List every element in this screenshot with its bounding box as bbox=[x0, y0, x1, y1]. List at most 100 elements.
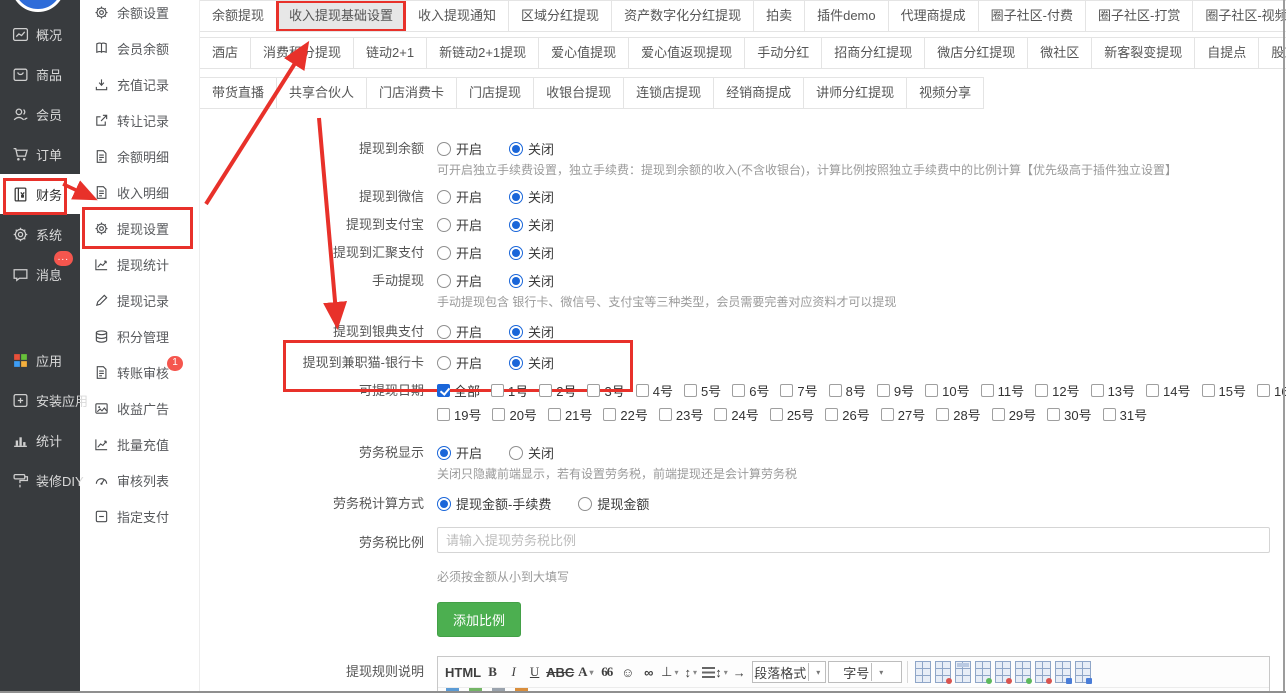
checkbox[interactable] bbox=[636, 384, 649, 397]
date-checkbox[interactable]: 6号 bbox=[732, 381, 769, 400]
tab[interactable]: 链动2+1 bbox=[354, 38, 427, 68]
date-checkbox[interactable]: 22号 bbox=[603, 405, 647, 424]
date-checkbox[interactable]: 30号 bbox=[1047, 405, 1091, 424]
html-source-icon[interactable]: HTML bbox=[445, 661, 481, 683]
date-checkbox[interactable]: 3号 bbox=[587, 381, 624, 400]
tab[interactable]: 圈子社区-打赏 bbox=[1086, 1, 1193, 31]
date-checkbox-all[interactable]: 全部 bbox=[437, 381, 480, 400]
emoticon-icon[interactable]: ☺ bbox=[618, 661, 637, 683]
primary-sidebar-item[interactable]: 财务 bbox=[0, 174, 80, 214]
date-checkbox[interactable]: 28号 bbox=[936, 405, 980, 424]
radio-on[interactable] bbox=[437, 274, 451, 288]
primary-sidebar-item[interactable]: 装修DIY bbox=[0, 460, 80, 500]
checkbox[interactable] bbox=[732, 384, 745, 397]
checkbox[interactable] bbox=[684, 384, 697, 397]
tab[interactable]: 连锁店提现 bbox=[624, 78, 714, 108]
tab[interactable]: 资产数字化分红提现 bbox=[612, 1, 754, 31]
date-checkbox[interactable]: 4号 bbox=[636, 381, 673, 400]
checkbox[interactable] bbox=[770, 408, 783, 421]
date-checkbox[interactable]: 15号 bbox=[1202, 381, 1246, 400]
tab[interactable]: 自提点 bbox=[1195, 38, 1259, 68]
tab[interactable]: 带货直播 bbox=[200, 78, 277, 108]
submenu-item[interactable]: 提现记录 bbox=[80, 282, 199, 318]
submenu-item[interactable]: 会员余额 bbox=[80, 30, 199, 66]
tab[interactable]: 视频分享 bbox=[907, 78, 984, 108]
paragraph-format-select[interactable]: 段落格式▾ bbox=[752, 661, 826, 683]
checkbox[interactable] bbox=[659, 408, 672, 421]
date-checkbox[interactable]: 10号 bbox=[925, 381, 969, 400]
radio-on[interactable] bbox=[437, 356, 451, 370]
submenu-item[interactable]: 批量充值 bbox=[80, 426, 199, 462]
tab[interactable]: 门店提现 bbox=[457, 78, 534, 108]
submenu-item[interactable]: 转账审核 1 bbox=[80, 354, 199, 390]
checkbox[interactable] bbox=[1035, 384, 1048, 397]
radio-off[interactable] bbox=[509, 246, 523, 260]
radio-amount-minus-fee[interactable] bbox=[437, 497, 451, 511]
checkbox[interactable] bbox=[877, 384, 890, 397]
primary-sidebar-item[interactable]: 概况 bbox=[0, 14, 80, 54]
date-checkbox[interactable]: 1号 bbox=[491, 381, 528, 400]
primary-sidebar-item[interactable]: 消息 ... bbox=[0, 254, 80, 294]
insert-row-icon[interactable] bbox=[975, 661, 991, 683]
checkbox[interactable] bbox=[492, 408, 505, 421]
submenu-item[interactable]: 收益广告 bbox=[80, 390, 199, 426]
submenu-item[interactable]: 积分管理 bbox=[80, 318, 199, 354]
merge-cells-icon[interactable] bbox=[1055, 661, 1071, 683]
tab[interactable]: 插件demo bbox=[805, 1, 889, 31]
tab[interactable]: 余额提现 bbox=[200, 1, 277, 31]
checkbox[interactable] bbox=[925, 384, 938, 397]
checkbox[interactable] bbox=[539, 384, 552, 397]
primary-sidebar-item[interactable]: 应用 bbox=[0, 340, 80, 380]
radio-on[interactable] bbox=[437, 246, 451, 260]
tab[interactable]: 圈子社区-视频奖励 bbox=[1193, 1, 1286, 31]
date-checkbox[interactable]: 7号 bbox=[780, 381, 817, 400]
date-checkbox[interactable]: 24号 bbox=[714, 405, 758, 424]
checkbox[interactable] bbox=[603, 408, 616, 421]
checkbox[interactable] bbox=[780, 384, 793, 397]
radio-off[interactable] bbox=[509, 190, 523, 204]
checkbox[interactable] bbox=[829, 384, 842, 397]
add-ratio-button[interactable]: 添加比例 bbox=[437, 602, 521, 637]
date-checkbox[interactable]: 5号 bbox=[684, 381, 721, 400]
shop-avatar[interactable] bbox=[11, 0, 65, 12]
bold-icon[interactable]: B bbox=[483, 661, 502, 683]
primary-sidebar-item[interactable]: 系统 bbox=[0, 214, 80, 254]
submenu-item[interactable]: 审核列表 bbox=[80, 462, 199, 498]
date-checkbox[interactable]: 23号 bbox=[659, 405, 703, 424]
insert-link-icon[interactable]: ∞ bbox=[639, 661, 658, 683]
tab[interactable]: 新链动2+1提现 bbox=[427, 38, 539, 68]
italic-icon[interactable]: I bbox=[504, 661, 523, 683]
date-checkbox[interactable]: 14号 bbox=[1146, 381, 1190, 400]
primary-sidebar-item[interactable]: 商品 bbox=[0, 54, 80, 94]
submenu-item[interactable]: 指定支付 bbox=[80, 498, 199, 534]
font-color-icon[interactable]: A bbox=[576, 661, 595, 683]
line-height-icon[interactable]: ↕ bbox=[681, 661, 700, 683]
delete-table-icon[interactable] bbox=[935, 661, 951, 683]
date-checkbox[interactable]: 20号 bbox=[492, 405, 536, 424]
table-header-cell-icon[interactable] bbox=[955, 661, 971, 683]
checkbox[interactable] bbox=[548, 408, 561, 421]
checkbox-checked[interactable] bbox=[437, 384, 450, 397]
date-checkbox[interactable]: 25号 bbox=[770, 405, 814, 424]
tab[interactable]: 收入提现通知 bbox=[406, 1, 509, 31]
tab[interactable]: 爱心值提现 bbox=[539, 38, 629, 68]
radio-off[interactable] bbox=[509, 218, 523, 232]
tab[interactable]: 爱心值返现提现 bbox=[629, 38, 745, 68]
tab[interactable]: 区域分红提现 bbox=[509, 1, 612, 31]
checkbox[interactable] bbox=[437, 408, 450, 421]
radio-off[interactable] bbox=[509, 142, 523, 156]
strikethrough-icon[interactable]: ABC bbox=[546, 661, 574, 683]
submenu-item[interactable]: 余额设置 bbox=[80, 0, 199, 30]
tab[interactable]: 微店分红提现 bbox=[925, 38, 1028, 68]
primary-sidebar-item[interactable]: 安装应用 bbox=[0, 380, 80, 420]
date-checkbox[interactable]: 31号 bbox=[1103, 405, 1147, 424]
date-checkbox[interactable]: 8号 bbox=[829, 381, 866, 400]
date-checkbox[interactable]: 2号 bbox=[539, 381, 576, 400]
tab[interactable]: 股东奖励提现 bbox=[1259, 38, 1286, 68]
indent-icon[interactable]: → bbox=[730, 661, 749, 683]
submenu-item[interactable]: 余额明细 bbox=[80, 138, 199, 174]
radio-amount[interactable] bbox=[578, 497, 592, 511]
checkbox[interactable] bbox=[936, 408, 949, 421]
radio-on[interactable] bbox=[437, 325, 451, 339]
delete-row-icon[interactable] bbox=[995, 661, 1011, 683]
